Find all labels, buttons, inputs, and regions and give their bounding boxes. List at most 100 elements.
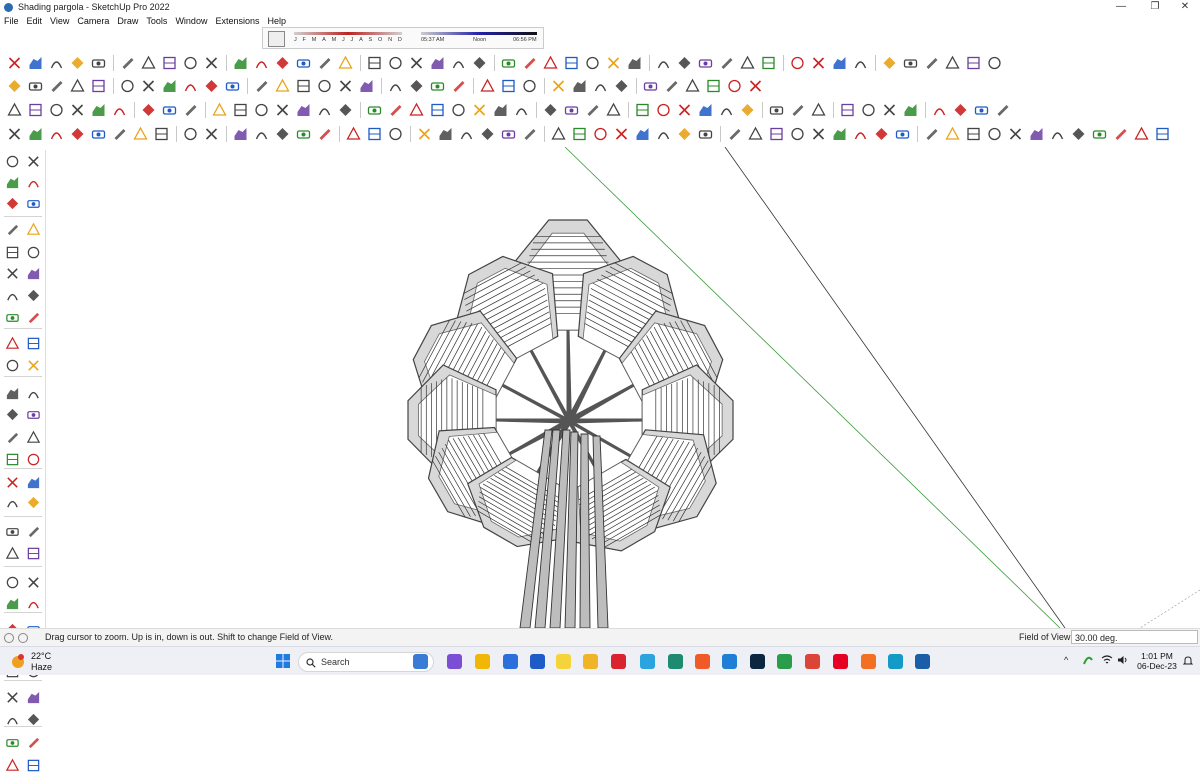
- component-icon[interactable]: [986, 126, 1003, 142]
- move-tool-icon[interactable]: [768, 102, 785, 118]
- text-tool-icon[interactable]: [232, 102, 249, 118]
- protractor-icon[interactable]: [337, 55, 354, 71]
- menu-tools[interactable]: Tools: [146, 16, 167, 26]
- telegram-icon[interactable]: [640, 654, 655, 669]
- offset-tool-icon[interactable]: [768, 126, 785, 142]
- style-icon[interactable]: [584, 55, 601, 71]
- arc-tool-icon[interactable]: [634, 126, 651, 142]
- move-tool-icon[interactable]: [27, 126, 44, 142]
- paint-bucket-icon[interactable]: [27, 78, 44, 94]
- arc-tool-icon[interactable]: [26, 758, 41, 773]
- protractor-icon[interactable]: [132, 126, 149, 142]
- menu-camera[interactable]: Camera: [77, 16, 109, 26]
- layer-icon[interactable]: [500, 78, 517, 94]
- paint-bucket-icon[interactable]: [634, 102, 651, 118]
- arc-tool-icon[interactable]: [697, 102, 714, 118]
- tape-measure-icon[interactable]: [316, 55, 333, 71]
- copilot-icon[interactable]: [447, 654, 462, 669]
- push-pull-icon[interactable]: [203, 55, 220, 71]
- shadow-toggle-button[interactable]: [268, 31, 285, 47]
- zoom-tool-icon[interactable]: [316, 102, 333, 118]
- sticky-notes-icon[interactable]: [556, 654, 571, 669]
- pan-tool-icon[interactable]: [232, 126, 249, 142]
- tape-measure-icon[interactable]: [789, 126, 806, 142]
- eraser-icon[interactable]: [592, 126, 609, 142]
- zoom-extents-icon[interactable]: [274, 126, 291, 142]
- rectangle-tool-icon[interactable]: [182, 55, 199, 71]
- rectangle-tool-icon[interactable]: [718, 102, 735, 118]
- push-pull-icon[interactable]: [881, 55, 898, 71]
- paint-bucket-icon[interactable]: [5, 386, 20, 401]
- pan-tool-icon[interactable]: [26, 196, 41, 211]
- plugin-icon[interactable]: [584, 102, 601, 118]
- shadow-icon[interactable]: [605, 55, 622, 71]
- select-tool-icon[interactable]: [26, 712, 41, 727]
- eraser-icon[interactable]: [726, 78, 743, 94]
- paint-bucket-icon[interactable]: [705, 78, 722, 94]
- time-slider[interactable]: [421, 32, 537, 35]
- pan-tool-icon[interactable]: [894, 126, 911, 142]
- wireframe-icon[interactable]: [542, 102, 559, 118]
- axes-tool-icon[interactable]: [26, 524, 41, 539]
- x-ray-icon[interactable]: [513, 102, 530, 118]
- opera-icon[interactable]: [611, 654, 626, 669]
- app-teal-icon[interactable]: [888, 654, 903, 669]
- x-ray-icon[interactable]: [1112, 126, 1129, 142]
- fog-icon[interactable]: [626, 55, 643, 71]
- group-icon[interactable]: [408, 102, 425, 118]
- rectangle-tool-icon[interactable]: [852, 55, 869, 71]
- plugin-icon[interactable]: [663, 78, 680, 94]
- windows-start-icon[interactable]: [275, 653, 291, 669]
- line-tool-icon[interactable]: [747, 78, 764, 94]
- group-icon[interactable]: [1007, 126, 1024, 142]
- orbit-tool-icon[interactable]: [5, 546, 20, 561]
- app-orange-icon[interactable]: [861, 654, 876, 669]
- fog-icon[interactable]: [571, 78, 588, 94]
- rectangle-tool-icon[interactable]: [48, 102, 65, 118]
- layer-icon[interactable]: [563, 55, 580, 71]
- x-ray-icon[interactable]: [592, 78, 609, 94]
- style-icon[interactable]: [450, 102, 467, 118]
- style-icon[interactable]: [5, 288, 20, 303]
- push-pull-icon[interactable]: [739, 102, 756, 118]
- paint-bucket-icon[interactable]: [5, 735, 20, 750]
- push-pull-icon[interactable]: [6, 126, 23, 142]
- brave-icon[interactable]: [695, 654, 710, 669]
- fog-icon[interactable]: [1091, 126, 1108, 142]
- arc-tool-icon[interactable]: [831, 55, 848, 71]
- microsoft-store-icon[interactable]: [503, 654, 518, 669]
- info-icon[interactable]: [18, 632, 28, 643]
- rectangle-tool-icon[interactable]: [5, 430, 20, 445]
- tape-measure-icon[interactable]: [253, 78, 270, 94]
- scale-tool-icon[interactable]: [140, 102, 157, 118]
- rotate-tool-icon[interactable]: [48, 126, 65, 142]
- tape-measure-icon[interactable]: [860, 102, 877, 118]
- rectangle-tool-icon[interactable]: [655, 126, 672, 142]
- offset-tool-icon[interactable]: [295, 55, 312, 71]
- menu-help[interactable]: Help: [267, 16, 286, 26]
- line-tool-icon[interactable]: [676, 102, 693, 118]
- zoom-tool-icon[interactable]: [387, 78, 404, 94]
- layer-icon[interactable]: [26, 266, 41, 281]
- extension-icon[interactable]: [642, 78, 659, 94]
- pan-tool-icon[interactable]: [295, 102, 312, 118]
- component-icon[interactable]: [26, 596, 41, 611]
- text-tool-icon[interactable]: [5, 175, 20, 190]
- extension-icon[interactable]: [26, 336, 41, 351]
- move-tool-icon[interactable]: [5, 452, 20, 467]
- rotate-tool-icon[interactable]: [111, 102, 128, 118]
- rotate-tool-icon[interactable]: [253, 55, 270, 71]
- measurements-input[interactable]: 30.00 deg.: [1071, 630, 1198, 644]
- weather-condition[interactable]: Haze: [31, 662, 52, 672]
- axes-tool-icon[interactable]: [182, 126, 199, 142]
- orbit-tool-icon[interactable]: [274, 102, 291, 118]
- orbit-tool-icon[interactable]: [203, 126, 220, 142]
- x-ray-icon[interactable]: [655, 55, 672, 71]
- push-pull-icon[interactable]: [69, 102, 86, 118]
- component-icon[interactable]: [450, 78, 467, 94]
- offset-tool-icon[interactable]: [965, 55, 982, 71]
- volume-icon[interactable]: [1117, 655, 1129, 665]
- arc-tool-icon[interactable]: [26, 407, 41, 422]
- line-tool-icon[interactable]: [5, 407, 20, 422]
- select-tool-icon[interactable]: [26, 358, 41, 373]
